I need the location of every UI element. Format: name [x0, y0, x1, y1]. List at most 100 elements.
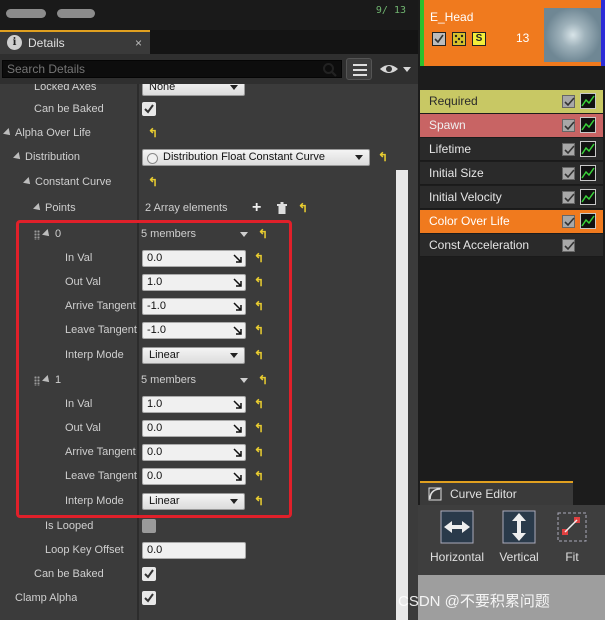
loop-key-offset-input[interactable]: 0.0 [142, 542, 246, 559]
horizontal-arrows-icon [440, 510, 474, 544]
reset-to-default-icon[interactable]: ↰ [148, 127, 160, 139]
expand-arrow-icon[interactable] [13, 152, 23, 162]
property-row-can-be-baked: Can be Baked [0, 98, 396, 122]
module-item[interactable]: Spawn [420, 114, 603, 137]
module-enable-checkbox[interactable] [562, 191, 575, 204]
info-icon: i [7, 35, 22, 50]
module-item[interactable]: Lifetime [420, 138, 603, 161]
module-label: Spawn [429, 118, 466, 132]
can-be-baked-checkbox[interactable] [142, 567, 156, 581]
dropdown-value: None [149, 84, 176, 93]
property-row-points[interactable]: Points 2 Array elements + ↰ [0, 197, 396, 221]
clamp-alpha-checkbox[interactable] [142, 591, 156, 605]
property-label: Locked Axes [34, 84, 97, 93]
eye-icon[interactable] [378, 60, 414, 78]
property-row-constant-curve[interactable]: Constant Curve ↰ [0, 171, 396, 195]
curve-graph-icon[interactable] [580, 93, 596, 109]
expand-arrow-icon[interactable] [23, 177, 33, 187]
particle-count: 13 [516, 31, 530, 45]
module-enable-checkbox[interactable] [562, 167, 575, 180]
array-count: 2 Array elements [145, 202, 228, 214]
emitter-name: E_Head [430, 10, 474, 24]
top-toolbar-strip: 9/ 13 [0, 0, 418, 30]
locked-axes-dropdown[interactable]: None [142, 84, 245, 96]
reset-to-default-icon[interactable]: ↰ [148, 176, 160, 188]
property-row-can-be-baked: Can be Baked [0, 563, 396, 587]
tab-details[interactable]: i Details × [0, 30, 150, 54]
curve-graph-icon[interactable] [580, 117, 596, 133]
emitter-selection-strip [601, 0, 605, 66]
watermark: CSDN @不要积累问题 [398, 593, 550, 610]
module-item[interactable]: Initial Velocity [420, 186, 603, 209]
emitter-thumbnail [544, 8, 602, 62]
category-label: Alpha Over Life [15, 127, 91, 139]
button-label: Fit [565, 550, 579, 564]
search-row [0, 54, 418, 84]
toolbar-pill[interactable] [6, 9, 46, 18]
dropdown-value: Distribution Float Constant Curve [163, 151, 326, 163]
module-item[interactable]: Required [420, 90, 603, 113]
property-label: Distribution [25, 151, 81, 163]
module-label: Lifetime [429, 142, 472, 156]
property-label: Is Looped [45, 520, 94, 532]
property-row-is-looped: Is Looped [0, 515, 396, 539]
module-enable-checkbox[interactable] [562, 215, 575, 228]
button-label: Horizontal [429, 550, 485, 564]
render-mode-icon[interactable] [452, 32, 466, 46]
horizontal-fit-button[interactable]: Horizontal [426, 509, 488, 564]
module-enable-checkbox[interactable] [562, 143, 575, 156]
scrollbar[interactable] [396, 170, 408, 620]
highlight-box [16, 220, 292, 518]
property-label: Points [45, 202, 76, 214]
module-enable-checkbox[interactable] [562, 95, 575, 108]
reset-to-default-icon[interactable]: ↰ [378, 151, 390, 163]
module-item[interactable]: Const Acceleration [420, 234, 603, 257]
add-element-icon[interactable]: + [252, 199, 261, 217]
curve-graph-icon[interactable] [580, 213, 596, 229]
property-label: Can be Baked [34, 568, 104, 580]
button-label: Vertical [499, 550, 539, 564]
grid-icon [353, 64, 367, 76]
search-input[interactable] [2, 60, 342, 78]
property-row-clamp-alpha: Clamp Alpha [0, 587, 396, 611]
property-row-alpha-over-life[interactable]: Alpha Over Life ↰ [0, 122, 396, 146]
fit-icon [557, 512, 587, 542]
tab-bar: i Details × [0, 30, 418, 54]
toolbar-pill[interactable] [57, 9, 95, 18]
distribution-dropdown[interactable]: Distribution Float Constant Curve [142, 149, 370, 166]
curve-graph-icon[interactable] [580, 189, 596, 205]
module-label: Color Over Life [429, 214, 510, 228]
checkmark-icon [144, 569, 154, 579]
emitter-header[interactable]: E_Head S 13 [420, 0, 605, 66]
reset-to-default-icon[interactable]: ↰ [298, 202, 310, 214]
emitter-counter: 9/ 13 [375, 5, 406, 16]
curve-graph-icon[interactable] [580, 141, 596, 157]
checkmark-icon [144, 593, 154, 603]
vertical-arrows-icon [502, 510, 536, 544]
tab-curve-editor[interactable]: Curve Editor [420, 481, 573, 505]
module-item[interactable]: Color Over Life [420, 210, 603, 233]
details-panel: Locked Axes None Can be Baked Alpha Over… [0, 84, 418, 620]
close-icon[interactable]: × [135, 36, 142, 50]
module-item[interactable]: Initial Size [420, 162, 603, 185]
solo-button[interactable]: S [472, 32, 486, 46]
is-looped-checkbox[interactable] [142, 519, 156, 533]
module-enable-checkbox[interactable] [562, 239, 575, 252]
property-label: Constant Curve [35, 176, 112, 188]
fit-button[interactable]: Fit [550, 509, 594, 564]
curve-graph-icon[interactable] [580, 165, 596, 181]
can-be-baked-checkbox[interactable] [142, 102, 156, 116]
chevron-down-icon [230, 85, 238, 90]
search-icon[interactable] [322, 62, 338, 78]
module-enable-checkbox[interactable] [562, 119, 575, 132]
vertical-fit-button[interactable]: Vertical [494, 509, 544, 564]
tab-details-label: Details [28, 36, 65, 50]
property-matrix-button[interactable] [346, 58, 372, 80]
trash-icon[interactable] [276, 202, 288, 215]
emitter-enable-checkbox[interactable] [432, 32, 446, 46]
emitter-enabled-strip [420, 0, 424, 66]
property-row-distribution[interactable]: Distribution Distribution Float Constant… [0, 146, 396, 170]
expand-arrow-icon[interactable] [3, 128, 13, 138]
property-row-loop-key-offset: Loop Key Offset 0.0 [0, 539, 396, 563]
expand-arrow-icon[interactable] [33, 203, 43, 213]
